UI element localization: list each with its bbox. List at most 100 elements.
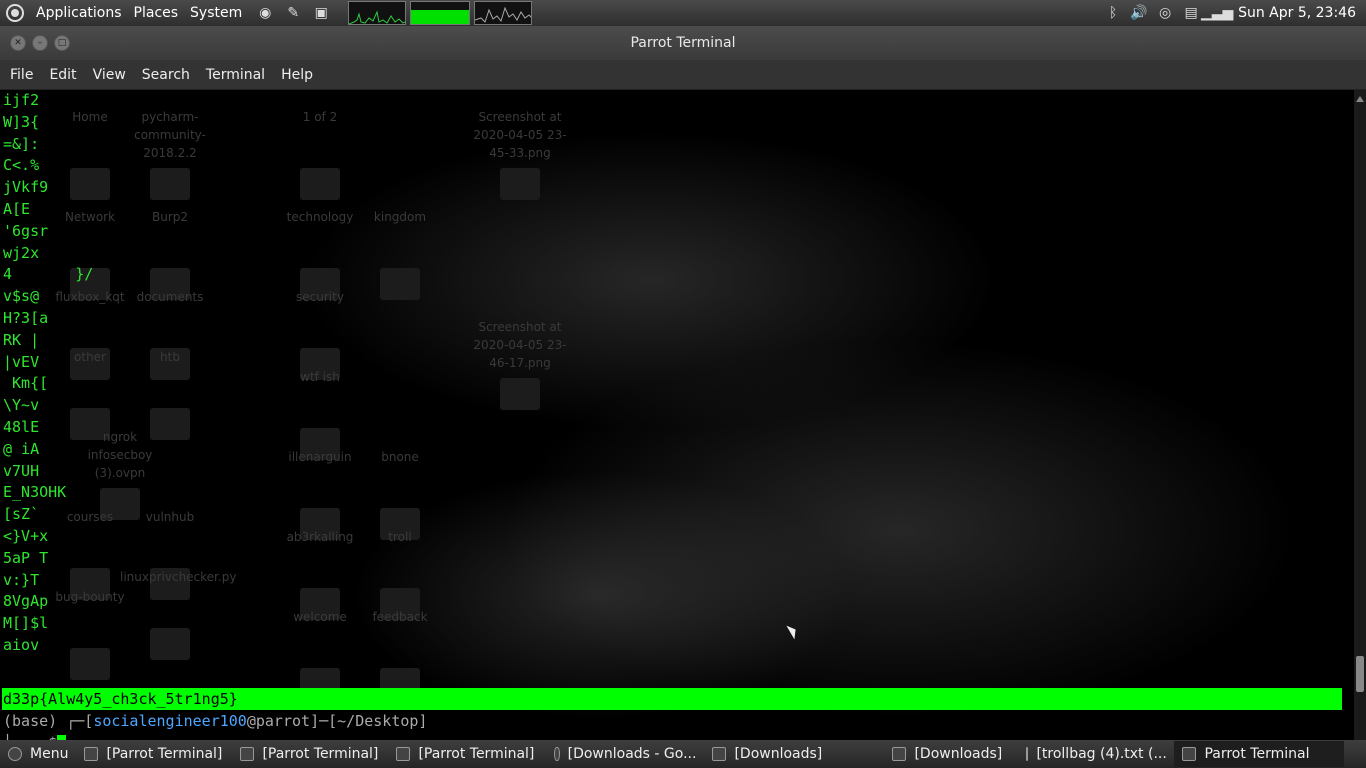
menu-edit[interactable]: Edit xyxy=(41,67,84,83)
desktop-icon-label: security xyxy=(296,290,344,304)
system-tray: ᛒ 🔊 ◎ ▤ ▁▃▅ Sun Apr 5, 23:46 xyxy=(1104,4,1366,22)
desktop-icon-label: 1 of 2 xyxy=(302,110,338,124)
taskbar-task-active[interactable]: Parrot Terminal xyxy=(1174,741,1345,767)
terminal-icon xyxy=(1182,747,1197,761)
menu-file[interactable]: File xyxy=(2,67,41,83)
desktop-icon-label: feedback xyxy=(372,610,428,624)
applications-menu[interactable]: Applications xyxy=(30,0,128,26)
taskbar-task[interactable]: [Parrot Terminal] xyxy=(388,741,546,767)
terminal-scrollbar[interactable] xyxy=(1354,90,1366,740)
terminal-line: wj2x xyxy=(3,243,40,262)
folder-icon xyxy=(712,747,727,761)
browser-launcher-icon[interactable]: ◉ xyxy=(254,3,276,23)
taskbar-task[interactable]: [Downloads] xyxy=(860,741,1018,767)
signal-icon[interactable]: ▁▃▅ xyxy=(1201,4,1233,22)
terminal-line: v7UH xyxy=(3,461,40,480)
terminal-line: ijf2 xyxy=(3,91,40,109)
desktop-folder-icon xyxy=(300,168,340,200)
terminal-line: =&]: xyxy=(3,134,40,153)
task-label: Parrot Terminal xyxy=(1204,746,1310,762)
terminal-line: jVkf9 xyxy=(3,178,49,197)
taskbar-menu-button[interactable]: Menu xyxy=(0,741,76,767)
minimize-window-icon[interactable]: – xyxy=(32,35,48,51)
terminal-output: ijf2 W]3{ =&]: C<.% jVkf9 A[E '6gsr wj2x 4 }/ v$s… xyxy=(3,90,93,657)
terminal-line: A[E xyxy=(3,199,31,218)
terminal-icon xyxy=(84,747,99,761)
task-label: [trollbag (4).txt (... xyxy=(1036,746,1167,762)
window-titlebar[interactable]: ✕ – □ Parrot Terminal xyxy=(0,26,1366,60)
close-window-icon[interactable]: ✕ xyxy=(10,35,26,51)
scrollbar-thumb[interactable] xyxy=(1356,656,1364,692)
taskbar-task[interactable]: [trollbag (4).txt (... xyxy=(1018,741,1174,767)
clipboard-icon[interactable]: ▤ xyxy=(1182,4,1200,22)
network-graph xyxy=(474,1,533,25)
terminal-line: RK | xyxy=(3,330,40,349)
desktop-icon-label: wtf ish xyxy=(300,370,340,384)
prompt-line-1: (base) ┌─[socialengineer100@parrot]─[~/D… xyxy=(3,712,428,730)
taskbar-task[interactable]: [Downloads] xyxy=(704,741,860,767)
volume-icon[interactable]: 🔊 xyxy=(1130,4,1148,22)
menu-terminal[interactable]: Terminal xyxy=(198,67,273,83)
menu-search[interactable]: Search xyxy=(134,67,198,83)
menu-help[interactable]: Help xyxy=(273,67,321,83)
desktop-icon-label: Screenshot at 2020-04-05 23-45-33.png xyxy=(473,110,567,160)
taskbar-task[interactable]: [Parrot Terminal] xyxy=(232,741,388,767)
terminal-line: @ iA xyxy=(3,439,40,458)
chrome-icon xyxy=(554,747,560,761)
terminal-icon xyxy=(396,747,411,761)
text-file-icon xyxy=(1026,747,1029,761)
clock[interactable]: Sun Apr 5, 23:46 xyxy=(1238,5,1356,21)
memory-graph xyxy=(410,1,471,25)
terminal-line: 5aP T xyxy=(3,548,49,567)
bottom-taskbar: Menu [Parrot Terminal] [Parrot Terminal]… xyxy=(0,740,1366,768)
terminal-line: [sZ` xyxy=(3,505,40,524)
task-label: [Downloads] xyxy=(914,746,1003,762)
taskbar-task[interactable]: [Downloads - Go... xyxy=(546,741,704,767)
terminal-line: '6gsr xyxy=(3,221,49,240)
terminal-line: <}V+x xyxy=(3,526,49,545)
menu-view[interactable]: View xyxy=(85,67,134,83)
text-editor-launcher-icon[interactable]: ✎ xyxy=(282,3,304,23)
terminal-line: aiov xyxy=(3,635,40,654)
prompt-path: [~/Desktop] xyxy=(328,712,428,730)
places-menu[interactable]: Places xyxy=(128,0,185,26)
taskbar-task[interactable]: [Parrot Terminal] xyxy=(76,741,232,767)
task-label: [Parrot Terminal] xyxy=(262,746,379,762)
desktop-icon-label: bnone xyxy=(381,450,419,464)
desktop-folder-icon xyxy=(380,268,420,300)
task-label: [Parrot Terminal] xyxy=(418,746,535,762)
task-label: [Downloads] xyxy=(734,746,823,762)
terminal-line: 4 }/ xyxy=(3,265,94,284)
terminal-line: v$s@ xyxy=(3,287,40,306)
terminal-line: C<.% xyxy=(3,156,40,175)
parrot-logo-icon[interactable] xyxy=(6,4,24,22)
prompt-line-2: └──╼ $ xyxy=(3,732,67,740)
terminal-area[interactable]: Home pycharm-community-2018.2.2 1 of 2 Scre… xyxy=(0,90,1354,740)
prompt-host: @parrot xyxy=(246,712,311,730)
terminal-line: M[]$l xyxy=(3,614,49,633)
terminal-line: \Y~v xyxy=(3,396,40,415)
terminal-line: W]3{ xyxy=(3,112,40,131)
desktop-icon-label: Screenshot at 2020-04-05 23-46-17.png xyxy=(473,320,567,370)
bluetooth-icon[interactable]: ᛒ xyxy=(1104,4,1122,22)
maximize-window-icon[interactable]: □ xyxy=(54,35,70,51)
desktop-icon-label: vulnhub xyxy=(145,510,195,524)
terminal-line: E_N3OHK xyxy=(3,483,67,502)
conda-env: (base) xyxy=(3,712,67,730)
desktop-icon-label: Burp2 xyxy=(151,210,189,224)
terminal-line: |vEV xyxy=(3,352,40,371)
cpu-graph xyxy=(348,1,407,25)
desktop-folder-icon xyxy=(150,168,190,200)
taskbar-menu-label: Menu xyxy=(30,746,69,762)
terminal-launcher-icon[interactable]: ▣ xyxy=(310,3,332,23)
window-title: Parrot Terminal xyxy=(630,35,736,51)
system-menu[interactable]: System xyxy=(184,0,248,26)
task-label: [Downloads - Go... xyxy=(567,746,697,762)
scroll-up-arrow-icon[interactable] xyxy=(1356,94,1364,102)
terminal-window: ✕ – □ Parrot Terminal File Edit View Sea… xyxy=(0,26,1366,740)
parrot-menu-icon xyxy=(8,747,22,761)
terminal-line: v:}T xyxy=(3,570,40,589)
desktop-folder-icon xyxy=(500,168,540,200)
network-icon[interactable]: ◎ xyxy=(1156,4,1174,22)
desktop-folder-icon xyxy=(500,378,540,410)
